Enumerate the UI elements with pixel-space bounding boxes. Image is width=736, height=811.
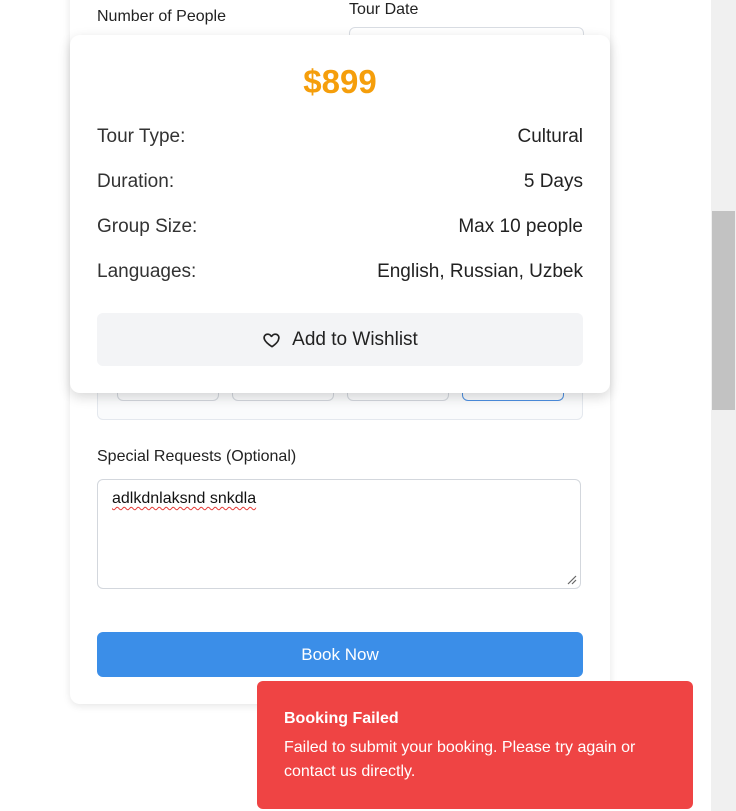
info-value: Cultural xyxy=(517,126,583,147)
book-now-button[interactable]: Book Now xyxy=(97,632,583,677)
special-requests-value: adlkdnlaksnd snkdla xyxy=(112,490,257,507)
info-row-duration: Duration: 5 Days xyxy=(97,171,583,195)
info-row-tour-type: Tour Type: Cultural xyxy=(97,126,583,150)
special-requests-label: Special Requests (Optional) xyxy=(97,448,297,465)
heart-icon xyxy=(263,332,280,347)
add-to-wishlist-button[interactable]: Add to Wishlist xyxy=(97,313,583,366)
info-label: Duration: xyxy=(97,171,175,192)
info-label: Languages: xyxy=(97,261,197,282)
info-value: English, Russian, Uzbek xyxy=(377,261,583,282)
info-value: 5 Days xyxy=(523,171,583,192)
wishlist-label: Add to Wishlist xyxy=(292,328,418,350)
people-label: Number of People xyxy=(97,8,226,25)
toast-title: Booking Failed xyxy=(284,710,399,727)
info-label: Group Size: xyxy=(97,216,198,237)
info-row-languages: Languages: English, Russian, Uzbek xyxy=(97,261,583,285)
resize-grip-icon[interactable] xyxy=(567,575,577,585)
toast-message: Failed to submit your booking. Please tr… xyxy=(284,739,636,780)
info-row-group-size: Group Size: Max 10 people xyxy=(97,216,583,240)
scrollbar-thumb[interactable] xyxy=(712,211,735,410)
tour-summary-card: $899 Tour Type: Cultural Duration: 5 Day… xyxy=(70,35,610,393)
info-value: Max 10 people xyxy=(458,216,583,237)
tour-price: $899 xyxy=(303,63,377,100)
special-requests-textarea[interactable]: adlkdnlaksnd snkdla xyxy=(97,479,581,589)
error-toast[interactable]: Booking Failed Failed to submit your boo… xyxy=(257,681,693,809)
info-label: Tour Type: xyxy=(97,126,186,147)
tour-date-label: Tour Date xyxy=(349,1,419,18)
